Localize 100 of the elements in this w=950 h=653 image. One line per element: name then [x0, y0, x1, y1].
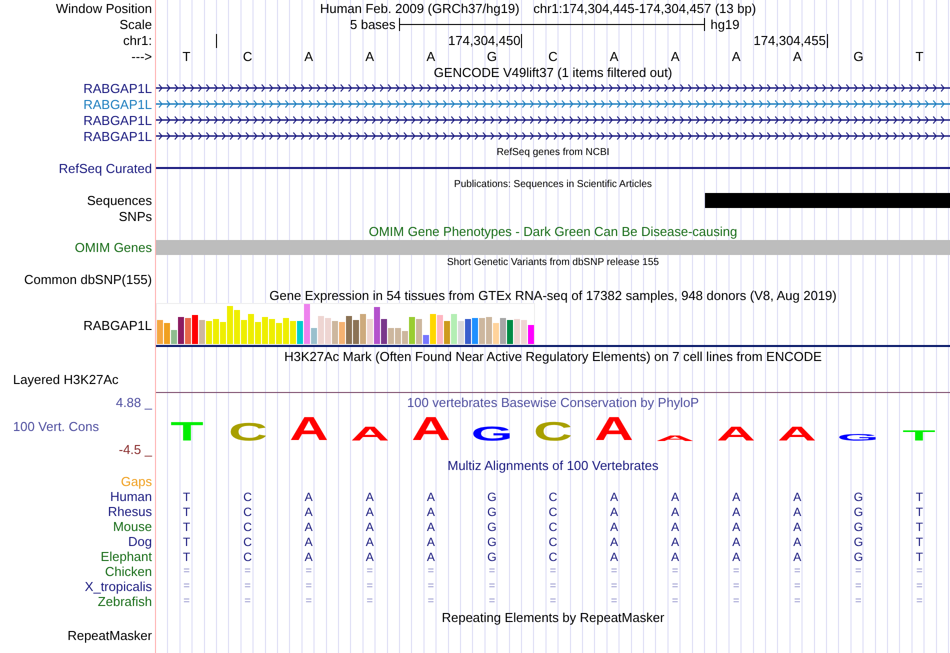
- expression-bar[interactable]: [367, 319, 373, 344]
- alignment-base: =: [426, 596, 436, 607]
- expression-bar[interactable]: [269, 319, 275, 344]
- expression-bar[interactable]: [199, 320, 205, 344]
- expression-bar[interactable]: [500, 318, 506, 344]
- expression-bar[interactable]: [444, 321, 450, 344]
- expression-bar[interactable]: [514, 319, 520, 344]
- expression-bar[interactable]: [248, 314, 254, 344]
- expression-bar[interactable]: [276, 323, 282, 344]
- expression-bar[interactable]: [283, 318, 289, 344]
- expression-bar[interactable]: [395, 328, 401, 344]
- track-label[interactable]: X_tropicalis: [84, 580, 152, 593]
- track-label[interactable]: Scale: [119, 18, 152, 30]
- expression-bar[interactable]: [311, 328, 317, 344]
- expression-bar[interactable]: [192, 315, 198, 344]
- expression-bar[interactable]: [297, 321, 303, 344]
- track-label[interactable]: RABGAP1L: [83, 82, 152, 94]
- expression-bar[interactable]: [486, 317, 492, 344]
- expression-bar[interactable]: [346, 316, 352, 344]
- expression-bar[interactable]: [178, 317, 184, 344]
- expression-bar[interactable]: [185, 318, 191, 344]
- expression-bar[interactable]: [472, 318, 478, 344]
- expression-bar[interactable]: [381, 319, 387, 344]
- expression-bar[interactable]: [423, 335, 429, 344]
- expression-bar[interactable]: [458, 321, 464, 344]
- alignment-base: =: [854, 566, 863, 577]
- track-label[interactable]: SNPs: [118, 210, 152, 222]
- omim-feature[interactable]: [156, 240, 950, 254]
- track-label[interactable]: Dog: [128, 535, 152, 548]
- alignment-base: A: [731, 536, 742, 548]
- expression-bar[interactable]: [318, 316, 324, 344]
- expression-bar[interactable]: [332, 321, 338, 344]
- expression-bar[interactable]: [213, 319, 219, 344]
- alignment-base: =: [793, 581, 802, 592]
- expression-bar[interactable]: [528, 325, 534, 344]
- track-label[interactable]: RABGAP1L: [83, 318, 152, 332]
- expression-bar[interactable]: [164, 323, 170, 344]
- expression-bar[interactable]: [220, 322, 226, 344]
- expression-bar[interactable]: [255, 322, 261, 344]
- track-label[interactable]: Sequences: [86, 194, 152, 206]
- alignment-base: A: [609, 506, 620, 518]
- alignment-base: G: [852, 506, 864, 518]
- expression-bar[interactable]: [290, 321, 296, 344]
- expression-bar[interactable]: [374, 307, 380, 344]
- expression-bar[interactable]: [521, 320, 527, 344]
- track-title: 100 vertebrates Basewise Conservation by PhyloP: [407, 396, 699, 408]
- logo-letter: A: [350, 426, 390, 441]
- track-label[interactable]: --->: [131, 50, 152, 62]
- expression-bar[interactable]: [325, 318, 331, 344]
- expression-bar[interactable]: [234, 310, 240, 344]
- expression-bar[interactable]: [360, 314, 366, 344]
- publication-feature[interactable]: [705, 192, 950, 208]
- expression-bar[interactable]: [465, 319, 471, 344]
- track-label[interactable]: Common dbSNP(155): [24, 272, 152, 286]
- track-label[interactable]: Chicken: [105, 565, 152, 578]
- track-label[interactable]: Window Position: [56, 2, 152, 14]
- alignment-base: A: [670, 550, 680, 562]
- base-letter: T: [914, 50, 924, 62]
- track-label[interactable]: RefSeq Curated: [58, 162, 152, 174]
- track-label[interactable]: RABGAP1L: [83, 130, 152, 142]
- track-label[interactable]: Mouse: [112, 520, 152, 533]
- expression-bar[interactable]: [339, 322, 345, 344]
- expression-bar[interactable]: [437, 315, 443, 344]
- track-label[interactable]: chr1:: [123, 34, 152, 46]
- alignment-base: =: [243, 581, 252, 592]
- track-label[interactable]: RABGAP1L: [83, 98, 152, 110]
- expression-bar[interactable]: [402, 331, 408, 344]
- track-label[interactable]: 100 Vert. Cons: [13, 420, 99, 432]
- expression-bar[interactable]: [227, 306, 233, 344]
- expression-bar[interactable]: [507, 320, 513, 344]
- expression-bar[interactable]: [451, 314, 457, 344]
- expression-bar[interactable]: [388, 328, 394, 344]
- track-label[interactable]: OMIM Genes: [74, 240, 152, 254]
- alignment-base: =: [426, 566, 436, 577]
- expression-bar[interactable]: [430, 314, 436, 344]
- expression-bar[interactable]: [241, 320, 247, 344]
- expression-bar[interactable]: [353, 320, 359, 344]
- logo-letter: G: [837, 434, 880, 441]
- track-label[interactable]: RepeatMasker: [67, 628, 152, 642]
- alignment-base: A: [792, 550, 802, 562]
- track-label[interactable]: -4.5 _: [118, 442, 152, 456]
- track-label[interactable]: Human: [110, 490, 152, 503]
- track-label[interactable]: Rhesus: [108, 505, 152, 518]
- expression-bar[interactable]: [262, 317, 268, 344]
- expression-bar[interactable]: [493, 323, 499, 344]
- track-label[interactable]: Layered H3K27Ac: [13, 372, 119, 386]
- track-label[interactable]: 4.88 _: [116, 396, 152, 408]
- track-label[interactable]: RABGAP1L: [83, 114, 152, 126]
- expression-bar[interactable]: [157, 320, 163, 344]
- expression-bar[interactable]: [479, 318, 485, 344]
- expression-bar[interactable]: [206, 321, 212, 344]
- track-label[interactable]: Elephant: [100, 550, 152, 563]
- expression-bar[interactable]: [171, 330, 177, 344]
- expression-bar[interactable]: [416, 319, 422, 344]
- expression-bar[interactable]: [304, 304, 310, 344]
- base-letter: G: [486, 50, 498, 62]
- expression-bar[interactable]: [409, 317, 415, 344]
- track-label[interactable]: Zebrafish: [98, 595, 152, 608]
- alignment-base: C: [548, 506, 558, 518]
- alignment-base: =: [732, 566, 740, 577]
